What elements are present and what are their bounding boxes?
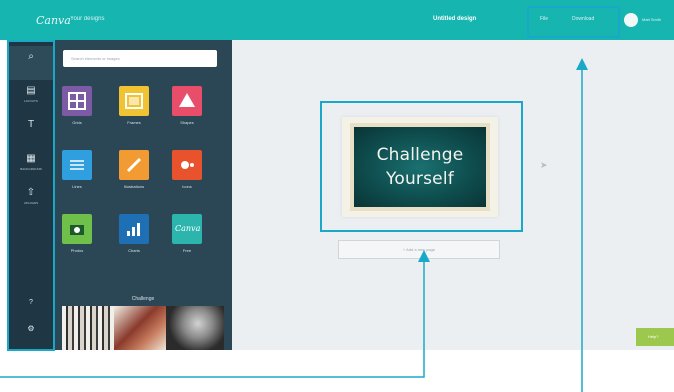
callout-lines (0, 58, 588, 392)
